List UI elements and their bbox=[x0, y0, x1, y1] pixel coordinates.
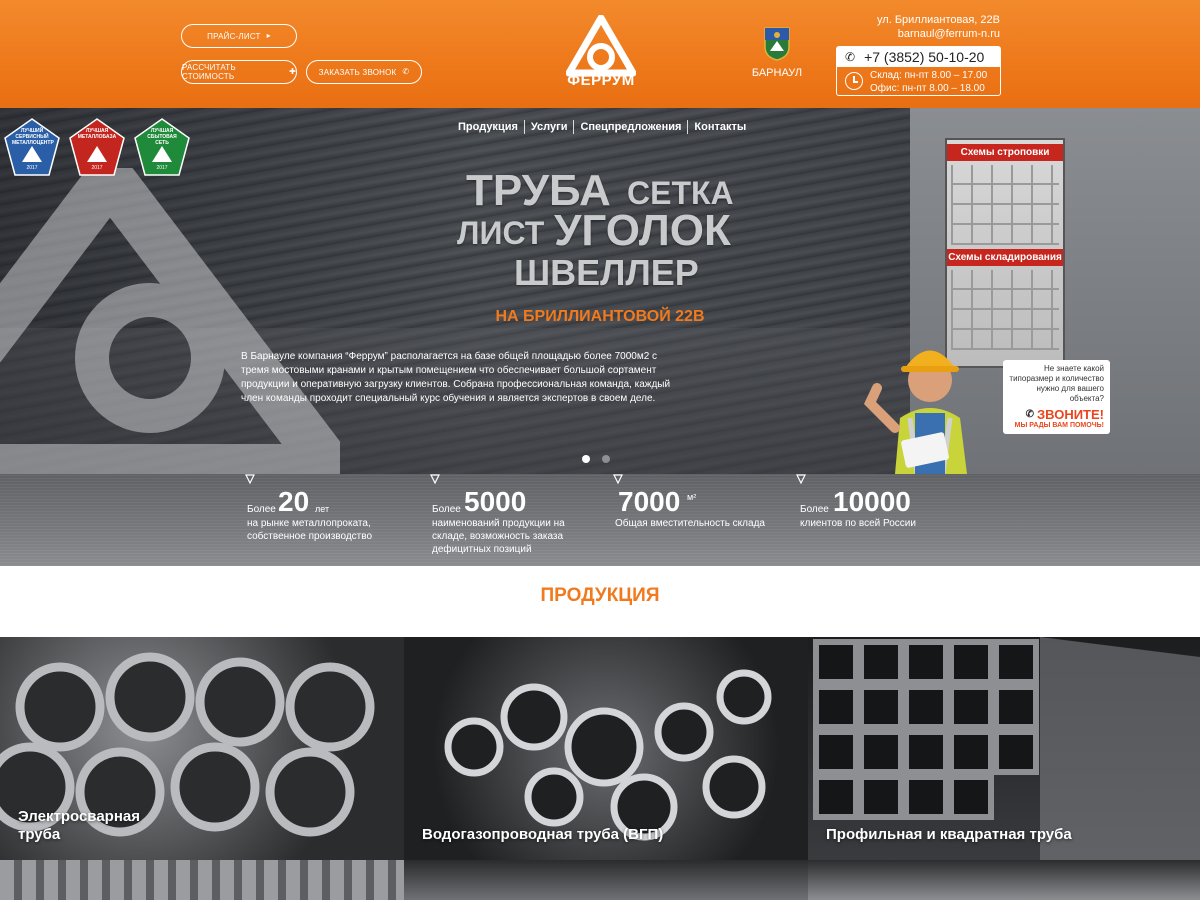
stat-prefix: Более bbox=[800, 504, 829, 515]
product-tile-profile-square-pipe[interactable]: Профильная и квадратная труба bbox=[808, 637, 1200, 860]
triangle-marker-icon bbox=[796, 474, 806, 484]
site-header: ПРАЙС-ЛИСТ ▸ РАССЧИТАТЬ СТОИМОСТЬ ✚ ЗАКА… bbox=[0, 0, 1200, 108]
stat-description: клиентов по всей России bbox=[800, 518, 916, 529]
email-link[interactable]: barnaul@ferrum-n.ru bbox=[860, 27, 1000, 41]
board-grid bbox=[951, 165, 1059, 245]
document-icon: ▸ bbox=[266, 31, 271, 40]
badge-year: 2017 bbox=[91, 165, 103, 171]
triangle-marker-icon bbox=[430, 474, 440, 484]
address-text: ул. Бриллиантовая, 22В bbox=[877, 14, 1000, 26]
worker-photo bbox=[863, 350, 967, 474]
award-badge-service: ЛУЧШИЙ СЕРВИСНЫЙ МЕТАЛЛОЦЕНТР 2017 bbox=[4, 118, 60, 178]
stat-suffix: лет bbox=[315, 504, 330, 514]
slider-dot-2[interactable] bbox=[602, 455, 610, 463]
product-tile-electric-welded-pipe[interactable]: Электросварная труба bbox=[0, 637, 404, 860]
callout-cta: ✆ ЗВОНИТЕ! bbox=[1009, 407, 1104, 422]
badge-year: 2017 bbox=[156, 165, 168, 171]
order-call-button[interactable]: ЗАКАЗАТЬ ЗВОНОК ✆ bbox=[306, 60, 422, 84]
hero-product-words: ТРУБА СЕТКА ЛИСТ УГОЛОК ШВЕЛЛЕР bbox=[440, 166, 770, 296]
hero-word-list: ЛИСТ bbox=[457, 215, 545, 251]
clock-icon bbox=[845, 72, 863, 90]
phone-link[interactable]: ✆ +7 (3852) 50-10-20 bbox=[837, 47, 1000, 67]
badge-title: ЛУЧШАЯ МЕТАЛЛОБАЗА bbox=[77, 128, 117, 140]
stat-item: Более 5000 наименований продукции на скл… bbox=[430, 474, 610, 566]
logo-text: ФЕРРУМ bbox=[567, 72, 635, 89]
hero-description: В Барнауле компания “Феррум” располагает… bbox=[241, 351, 671, 404]
nav-divider bbox=[523, 120, 525, 134]
calculate-cost-button[interactable]: РАССЧИТАТЬ СТОИМОСТЬ ✚ bbox=[181, 60, 297, 84]
board-title-slinging: Схемы строповки bbox=[947, 144, 1063, 161]
order-call-label: ЗАКАЗАТЬ ЗВОНОК bbox=[318, 67, 397, 77]
nav-item-products[interactable]: Продукция bbox=[452, 121, 524, 133]
product-tile-partial[interactable] bbox=[0, 860, 404, 900]
stat-description: наименований продукции на складе, возмож… bbox=[432, 518, 565, 555]
award-badge-sales: ЛУЧШАЯ СБЫТОВАЯ СЕТЬ 2017 bbox=[134, 118, 190, 178]
award-badge-metalbase: ЛУЧШАЯ МЕТАЛЛОБАЗА 2017 bbox=[69, 118, 125, 178]
triangle-marker-icon bbox=[613, 474, 623, 484]
stat-description: Общая вместительность склада bbox=[615, 518, 765, 529]
stat-number: 10000 bbox=[833, 486, 911, 517]
product-tile-partial[interactable] bbox=[404, 860, 808, 900]
hero-word-shveller: ШВЕЛЛЕР bbox=[514, 252, 699, 293]
stats-strip: Более 20 лет на рынке металлопроката, со… bbox=[0, 474, 1200, 566]
phone-icon: ✆ bbox=[845, 50, 856, 64]
stat-prefix: Более bbox=[432, 504, 461, 515]
help-callout[interactable]: Не знаете какой типоразмер и количество … bbox=[1003, 360, 1110, 434]
triangle-marker-icon bbox=[245, 474, 255, 484]
price-list-button[interactable]: ПРАЙС-ЛИСТ ▸ bbox=[181, 24, 297, 48]
phone-icon: ✆ bbox=[402, 67, 410, 76]
nav-item-contacts[interactable]: Контакты bbox=[688, 121, 752, 133]
stat-item: 7000 м² Общая вместительность склада bbox=[613, 474, 793, 566]
hero-subtitle: НА БРИЛЛИАНТОВОЙ 22В bbox=[495, 308, 705, 325]
stat-prefix: Более bbox=[247, 504, 276, 515]
nav-divider bbox=[573, 120, 575, 134]
nav-item-special-offers[interactable]: Спецпредложения bbox=[574, 121, 687, 133]
hero-banner: Схемы строповки Схемы складирования ЛУЧШ… bbox=[0, 108, 1200, 474]
products-section-title: ПРОДУКЦИЯ bbox=[540, 585, 660, 606]
stat-item: Более 10000 клиентов по всей России bbox=[796, 474, 976, 566]
badge-title: ЛУЧШИЙ СЕРВИСНЫЙ МЕТАЛЛОЦЕНТР bbox=[12, 128, 54, 146]
city-crest-icon bbox=[764, 27, 790, 61]
stat-description: на рынке металлопроката, собственное про… bbox=[247, 518, 373, 542]
main-nav: Продукция Услуги Спецпредложения Контакт… bbox=[452, 120, 752, 134]
badge-title: ЛУЧШАЯ СБЫТОВАЯ СЕТЬ bbox=[147, 128, 177, 146]
phone-icon: ✆ bbox=[1025, 409, 1034, 420]
product-tile-label: Профильная и квадратная труба bbox=[826, 826, 1072, 843]
nav-divider bbox=[687, 120, 689, 134]
nav-item-services[interactable]: Услуги bbox=[525, 121, 574, 133]
city-name: БАРНАУЛ bbox=[751, 67, 803, 79]
watermark-logo-icon bbox=[0, 168, 340, 474]
product-tile-label: Электросварная труба bbox=[18, 808, 140, 843]
phone-number: +7 (3852) 50-10-20 bbox=[864, 49, 985, 65]
stat-suffix: м² bbox=[687, 492, 697, 502]
working-hours: Склад: пн-пт 8.00 – 17.00 Офис: пн-пт 8.… bbox=[870, 69, 987, 95]
product-tile-label: Водогазопроводная труба (ВГП) bbox=[422, 826, 664, 843]
price-list-label: ПРАЙС-ЛИСТ bbox=[207, 31, 261, 41]
stat-number: 5000 bbox=[464, 486, 527, 517]
stat-number: 20 bbox=[278, 486, 310, 517]
callout-subtext: МЫ РАДЫ ВАМ ПОМОЧЬ! bbox=[1014, 422, 1104, 429]
slider-dot-1[interactable] bbox=[582, 455, 590, 463]
contact-address-block: ул. Бриллиантовая, 22В barnaul@ferrum-n.… bbox=[860, 13, 1000, 41]
callout-question: Не знаете какой типоразмер и количество … bbox=[1009, 364, 1104, 403]
hero-word-ugolok: УГОЛОК bbox=[554, 206, 731, 255]
office-hours: Офис: пн-пт 8.00 – 18.00 bbox=[870, 83, 985, 94]
warehouse-hours: Склад: пн-пт 8.00 – 17.00 bbox=[870, 70, 988, 81]
callout-cta-text: ЗВОНИТЕ! bbox=[1037, 407, 1104, 422]
stat-number: 7000 bbox=[618, 486, 681, 517]
badge-year: 2017 bbox=[26, 165, 38, 171]
product-tile-partial[interactable] bbox=[808, 860, 1200, 900]
plus-icon: ✚ bbox=[289, 67, 296, 76]
calculate-cost-label: РАССЧИТАТЬ СТОИМОСТЬ bbox=[182, 63, 236, 81]
board-title-storage: Схемы складирования bbox=[947, 249, 1063, 266]
stat-item: Более 20 лет на рынке металлопроката, со… bbox=[245, 474, 425, 566]
contact-box: ✆ +7 (3852) 50-10-20 Склад: пн-пт 8.00 –… bbox=[836, 46, 1001, 96]
product-tile-water-gas-pipe[interactable]: Водогазопроводная труба (ВГП) bbox=[404, 637, 808, 860]
slider-dots bbox=[582, 455, 610, 463]
